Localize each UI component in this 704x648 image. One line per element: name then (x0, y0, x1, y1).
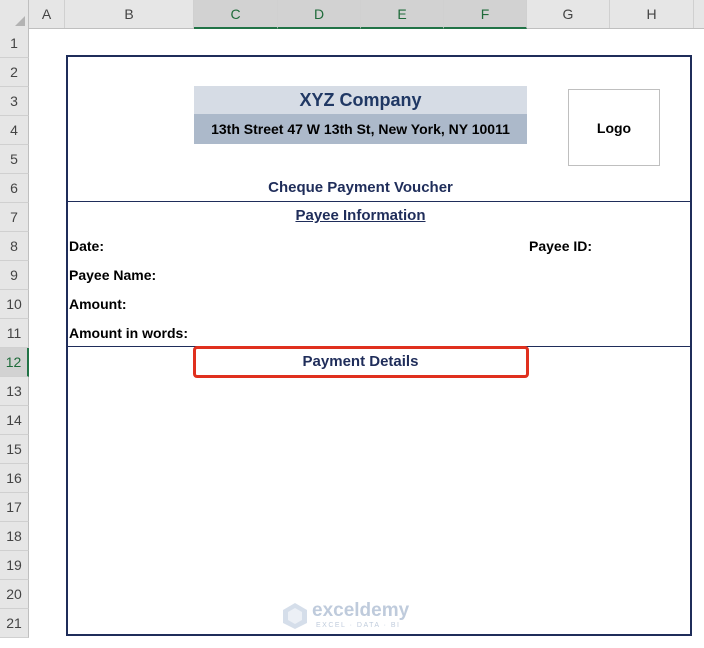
column-header-f[interactable]: F (444, 0, 527, 29)
row-header-5[interactable]: 5 (0, 145, 29, 174)
column-header-c[interactable]: C (194, 0, 278, 29)
row-header-11[interactable]: 11 (0, 319, 29, 348)
row-header-7[interactable]: 7 (0, 203, 29, 232)
select-all-triangle-icon (15, 16, 25, 26)
row-header-15[interactable]: 15 (0, 435, 29, 464)
row-header-1[interactable]: 1 (0, 29, 29, 58)
select-all-corner[interactable] (0, 0, 29, 29)
column-header-g[interactable]: G (527, 0, 610, 28)
column-header-h[interactable]: H (610, 0, 694, 28)
row-header-17[interactable]: 17 (0, 493, 29, 522)
voucher-title[interactable]: Cheque Payment Voucher (194, 174, 527, 202)
column-header-bar: A B C D E F G H (0, 0, 704, 29)
row-header-3[interactable]: 3 (0, 87, 29, 116)
logo-placeholder[interactable]: Logo (568, 89, 660, 166)
date-label[interactable]: Date: (69, 232, 104, 260)
row-header-20[interactable]: 20 (0, 580, 29, 609)
row-header-9[interactable]: 9 (0, 261, 29, 290)
row-header-2[interactable]: 2 (0, 58, 29, 87)
row-header-18[interactable]: 18 (0, 522, 29, 551)
row-header-14[interactable]: 14 (0, 406, 29, 435)
payee-section-title-text: Payee Information (295, 207, 426, 224)
row-header-13[interactable]: 13 (0, 377, 29, 406)
amount-in-words-label[interactable]: Amount in words: (69, 319, 188, 347)
watermark-name: exceldemy (312, 600, 410, 621)
row-header-21[interactable]: 21 (0, 609, 29, 638)
amount-label[interactable]: Amount: (69, 290, 127, 318)
exceldemy-watermark: exceldemy EXCEL · DATA · BI (282, 600, 432, 634)
column-header-e[interactable]: E (361, 0, 444, 29)
exceldemy-logo-icon (283, 603, 307, 629)
row-header-6[interactable]: 6 (0, 174, 29, 203)
row-header-4[interactable]: 4 (0, 116, 29, 145)
payee-name-label[interactable]: Payee Name: (69, 261, 156, 289)
column-header-a[interactable]: A (29, 0, 65, 28)
row-header-12[interactable]: 12 (0, 348, 29, 377)
payee-id-label[interactable]: Payee ID: (529, 232, 592, 260)
company-name[interactable]: XYZ Company (194, 86, 527, 114)
row-header-8[interactable]: 8 (0, 232, 29, 261)
column-header-d[interactable]: D (278, 0, 361, 29)
row-header-19[interactable]: 19 (0, 551, 29, 580)
row-header-16[interactable]: 16 (0, 464, 29, 493)
row-header-10[interactable]: 10 (0, 290, 29, 319)
watermark-tagline: EXCEL · DATA · BI (316, 622, 401, 629)
company-address[interactable]: 13th Street 47 W 13th St, New York, NY 1… (194, 114, 527, 144)
payment-details-highlight (193, 346, 529, 378)
column-header-b[interactable]: B (65, 0, 194, 28)
payee-section-title[interactable]: Payee Information (194, 202, 527, 230)
